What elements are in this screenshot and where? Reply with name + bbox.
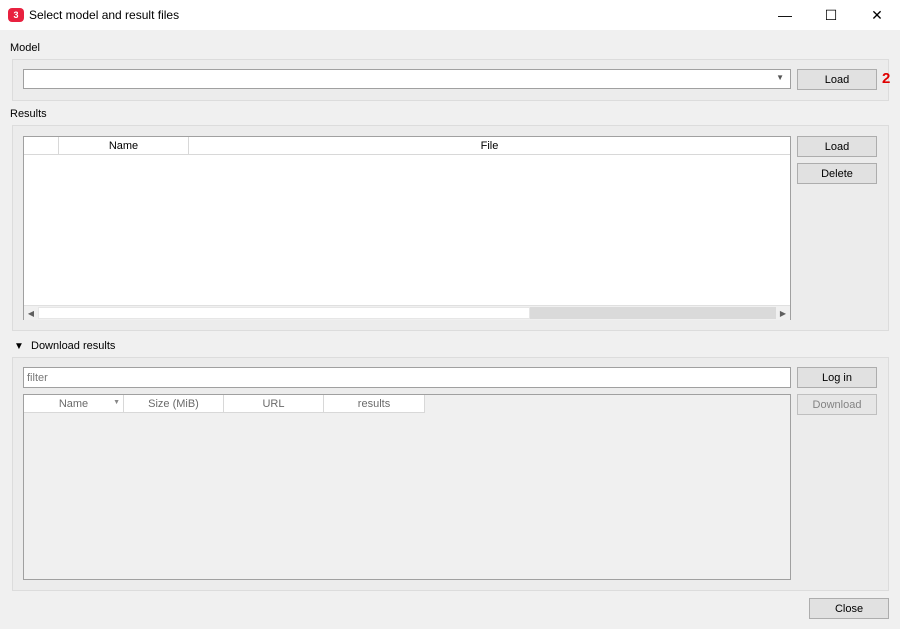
download-header-size[interactable]: Size (MiB) (124, 395, 224, 413)
scrollbar-track[interactable] (38, 307, 530, 319)
scroll-left-icon[interactable]: ◀ (24, 306, 38, 320)
results-header-name[interactable]: Name (59, 137, 189, 155)
window-title: Select model and result files (29, 8, 180, 22)
results-header-file[interactable]: File (189, 137, 790, 155)
results-delete-button[interactable]: Delete (797, 163, 877, 184)
filter-input[interactable]: filter (23, 367, 791, 388)
results-header-corner (24, 137, 59, 155)
model-combobox[interactable]: ▼ (23, 69, 791, 89)
download-header-url[interactable]: URL (224, 395, 324, 413)
maximize-button[interactable]: ☐ (808, 0, 854, 30)
app-logo-icon: 3 (8, 8, 24, 22)
download-table: Name ▼ Size (MiB) URL results (23, 394, 791, 580)
results-load-button[interactable]: Load (797, 136, 877, 157)
horizontal-scrollbar[interactable]: ◀ ▶ (24, 305, 790, 320)
chevron-down-icon: ▼ (776, 73, 784, 82)
sort-down-icon: ▼ (113, 399, 120, 406)
model-label: Model (10, 42, 40, 54)
download-header-results[interactable]: results (324, 395, 425, 413)
results-table: Name File ◀ ▶ (23, 136, 791, 320)
title-bar: 3 Select model and result files — ☐ ✕ (0, 0, 900, 30)
scroll-right-icon[interactable]: ▶ (776, 306, 790, 320)
download-button[interactable]: Download (797, 394, 877, 415)
minimize-button[interactable]: — (762, 0, 808, 30)
close-window-button[interactable]: ✕ (854, 0, 900, 30)
close-button[interactable]: Close (809, 598, 889, 619)
download-results-label[interactable]: Download results (31, 340, 115, 352)
download-header-name[interactable]: Name ▼ (24, 395, 124, 413)
filter-placeholder: filter (27, 371, 48, 384)
model-load-button[interactable]: Load (797, 69, 877, 90)
annotation-number: 2 (882, 70, 891, 87)
scrollbar-thumb[interactable] (530, 307, 776, 319)
login-button[interactable]: Log in (797, 367, 877, 388)
results-label: Results (10, 108, 47, 120)
collapse-triangle-icon[interactable]: ▼ (14, 341, 24, 352)
